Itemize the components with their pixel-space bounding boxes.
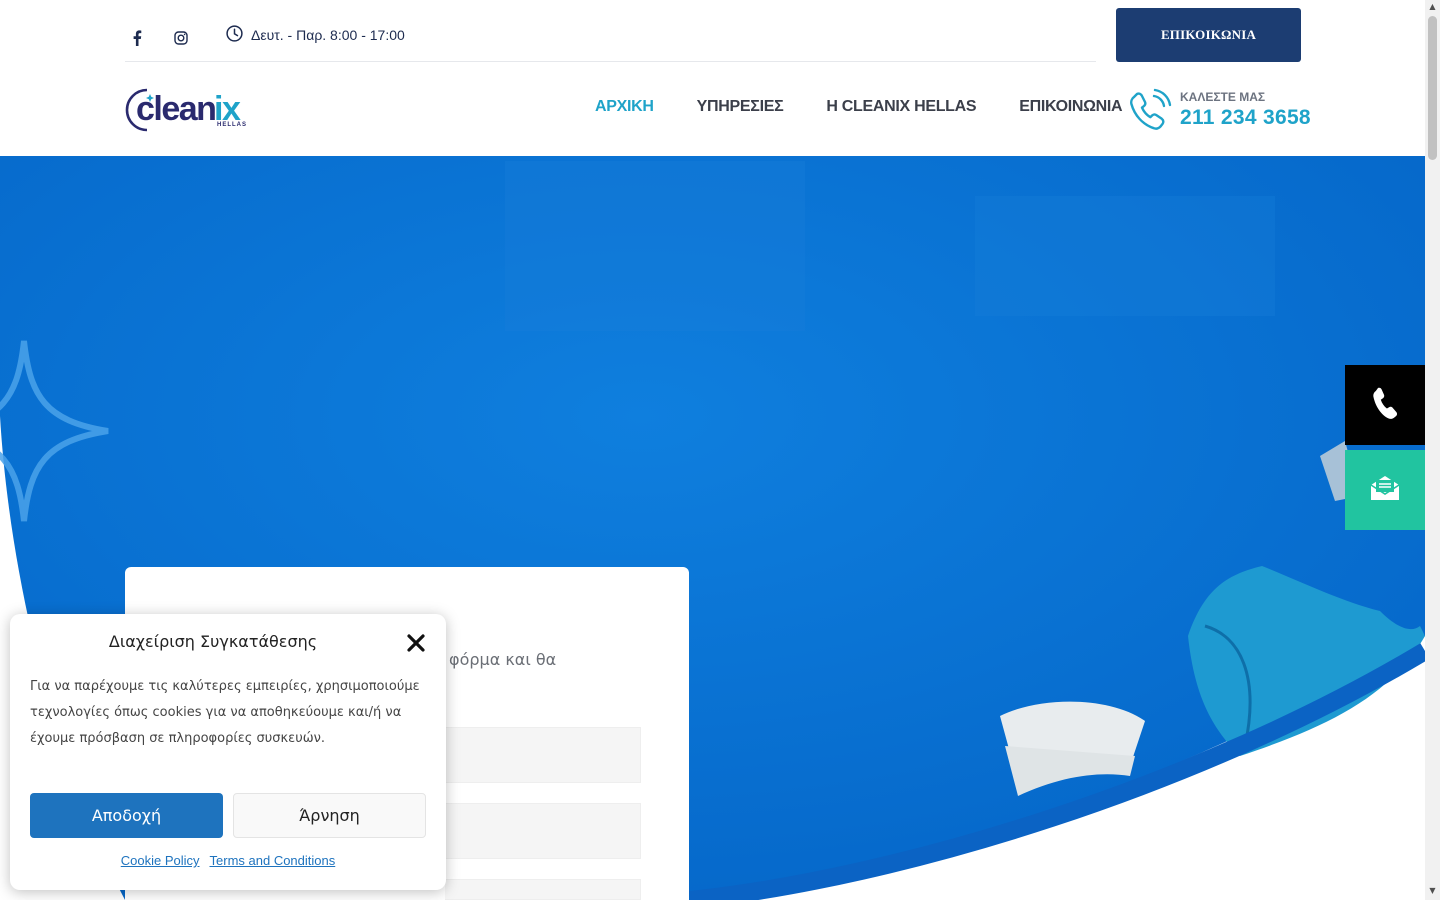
cookie-links: Cookie Policy Terms and Conditions	[10, 853, 446, 868]
deny-button[interactable]: Άρνηση	[233, 793, 426, 838]
phone-icon	[1372, 387, 1398, 423]
top-bar: Δευτ. - Παρ. 8:00 - 17:00	[125, 0, 1096, 62]
nav-item-about[interactable]: Η CLEANIX HELLAS	[826, 98, 976, 116]
svg-text:clean: clean	[136, 90, 215, 128]
contact-button[interactable]: ΕΠΙΚΟΙΚΩΝΙΑ	[1116, 8, 1301, 62]
page-scrollbar[interactable]: ▲ ▼	[1425, 0, 1440, 900]
facebook-icon[interactable]	[129, 30, 145, 46]
instagram-icon[interactable]	[173, 30, 189, 46]
logo[interactable]: clean ix HELLAS	[125, 86, 250, 132]
clock-icon	[226, 25, 243, 45]
business-hours: Δευτ. - Παρ. 8:00 - 17:00	[226, 25, 405, 45]
accept-button[interactable]: Αποδοχή	[30, 793, 223, 838]
call-us-label: ΚΑΛΕΣΤΕ ΜΑΣ	[1180, 90, 1266, 104]
form-intro-text: ν φόρμα και θα	[435, 650, 557, 669]
phone-ringing-icon	[1128, 88, 1172, 134]
call-number[interactable]: 211 234 3658	[1180, 106, 1311, 130]
mail-icon	[1370, 475, 1400, 505]
cookie-policy-link[interactable]: Cookie Policy	[121, 853, 200, 868]
floating-mail-button[interactable]	[1345, 450, 1425, 530]
cookie-description: Για να παρέχουμε τις καλύτερες εμπειρίες…	[30, 679, 420, 746]
scroll-down-icon[interactable]: ▼	[1428, 886, 1437, 896]
nav-item-services[interactable]: ΥΠΗΡΕΣΙΕΣ	[697, 98, 784, 116]
hours-text: Δευτ. - Παρ. 8:00 - 17:00	[251, 27, 405, 43]
scroll-thumb[interactable]	[1428, 16, 1437, 160]
svg-text:HELLAS: HELLAS	[217, 122, 247, 128]
nav-item-contact[interactable]: ΕΠΙΚΟΙΝΩΝΙΑ	[1019, 98, 1122, 116]
main-nav: ΑΡΧΙΚΗ ΥΠΗΡΕΣΙΕΣ Η CLEANIX HELLAS ΕΠΙΚΟΙ…	[595, 98, 1123, 116]
form-phone-field[interactable]	[445, 879, 641, 900]
terms-link[interactable]: Terms and Conditions	[210, 853, 336, 868]
form-email-field[interactable]	[445, 803, 641, 859]
floating-call-button[interactable]	[1345, 365, 1425, 445]
cookie-consent-dialog: Διαχείριση Συγκατάθεσης Για να παρέχουμε…	[10, 614, 446, 890]
form-name-field[interactable]	[445, 727, 641, 783]
close-icon[interactable]	[406, 634, 426, 654]
cookie-title: Διαχείριση Συγκατάθεσης	[108, 632, 318, 651]
nav-item-home[interactable]: ΑΡΧΙΚΗ	[595, 98, 654, 116]
scroll-up-icon[interactable]: ▲	[1428, 2, 1437, 12]
